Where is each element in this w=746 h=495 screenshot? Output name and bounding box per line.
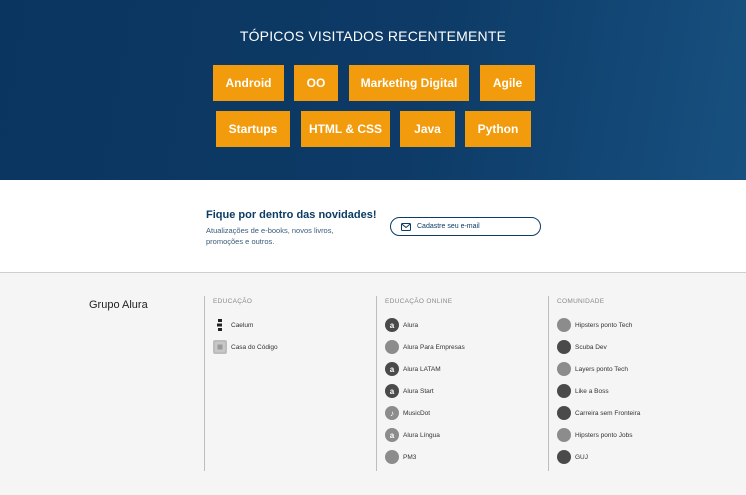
caelum-logo-icon: [213, 318, 227, 332]
footer-column-educacao: EDUCAÇÃO Caelum Casa do Código: [204, 296, 369, 471]
site-footer: Grupo Alura EDUCAÇÃO Caelum Casa do Códi…: [0, 274, 746, 495]
topic-java-button[interactable]: Java: [400, 111, 455, 147]
topic-startups-button[interactable]: Startups: [216, 111, 290, 147]
footer-column-title: EDUCAÇÃO ONLINE: [385, 298, 453, 305]
recent-topics-title: TÓPICOS VISITADOS RECENTEMENTE: [239, 28, 507, 44]
footer-link-hipsters-jobs[interactable]: Hipsters ponto Jobs: [557, 424, 718, 446]
newsletter-title: Fique por dentro das novidades!: [206, 209, 377, 221]
footer-link-carreira-sem-fronteira[interactable]: Carreira sem Fronteira: [557, 402, 718, 424]
musicdot-logo-icon: ♪: [385, 406, 399, 420]
footer-link-pm3[interactable]: PM3: [385, 446, 546, 468]
scuba-dev-logo-icon: [557, 340, 571, 354]
footer-column-comunidade: COMUNIDADE Hipsters ponto Tech Scuba Dev…: [548, 296, 718, 471]
layers-tech-logo-icon: [557, 362, 571, 376]
footer-column-title: EDUCAÇÃO: [213, 298, 253, 305]
like-a-boss-logo-icon: [557, 384, 571, 398]
footer-link-scuba-dev[interactable]: Scuba Dev: [557, 336, 718, 358]
footer-link-caelum[interactable]: Caelum: [213, 314, 369, 336]
topic-agile-button[interactable]: Agile: [480, 65, 535, 101]
footer-column-educacao-online: EDUCAÇÃO ONLINE a Alura Alura Para Empre…: [376, 296, 546, 471]
carreira-sem-fronteira-logo-icon: [557, 406, 571, 420]
guj-logo-icon: [557, 450, 571, 464]
topic-python-button[interactable]: Python: [465, 111, 531, 147]
hipsters-jobs-logo-icon: [557, 428, 571, 442]
footer-column-title: COMUNIDADE: [557, 298, 605, 305]
recent-topics-section: TÓPICOS VISITADOS RECENTEMENTE Android O…: [0, 0, 746, 180]
newsletter-section: Fique por dentro das novidades! Atualiza…: [0, 180, 746, 273]
footer-link-alura-lingua[interactable]: a Alura Língua: [385, 424, 546, 446]
footer-link-alura-start[interactable]: a Alura Start: [385, 380, 546, 402]
footer-link-layers-tech[interactable]: Layers ponto Tech: [557, 358, 718, 380]
topic-html-css-button[interactable]: HTML & CSS: [301, 111, 390, 147]
pm3-logo-icon: [385, 450, 399, 464]
topic-oo-button[interactable]: OO: [294, 65, 338, 101]
alura-logo-icon: a: [385, 318, 399, 332]
footer-link-alura-para-empresas[interactable]: Alura Para Empresas: [385, 336, 546, 358]
alura-empresas-logo-icon: [385, 340, 399, 354]
alura-lingua-logo-icon: a: [385, 428, 399, 442]
topic-android-button[interactable]: Android: [213, 65, 284, 101]
footer-link-musicdot[interactable]: ♪ MusicDot: [385, 402, 546, 424]
footer-link-alura-latam[interactable]: a Alura LATAM: [385, 358, 546, 380]
alura-start-logo-icon: a: [385, 384, 399, 398]
footer-link-alura[interactable]: a Alura: [385, 314, 546, 336]
newsletter-description: Atualizações de e-books, novos livros, p…: [206, 226, 334, 246]
footer-link-hipsters-tech[interactable]: Hipsters ponto Tech: [557, 314, 718, 336]
footer-link-guj[interactable]: GUJ: [557, 446, 718, 468]
alura-latam-logo-icon: a: [385, 362, 399, 376]
topic-marketing-digital-button[interactable]: Marketing Digital: [349, 65, 469, 101]
hipsters-tech-logo-icon: [557, 318, 571, 332]
footer-brand: Grupo Alura: [89, 299, 148, 311]
casa-do-codigo-logo-icon: [213, 340, 227, 354]
footer-link-casa-do-codigo[interactable]: Casa do Código: [213, 336, 369, 358]
newsletter-signup-button[interactable]: Cadastre seu e-mail: [390, 217, 541, 236]
mail-icon: [401, 222, 411, 231]
newsletter-signup-label: Cadastre seu e-mail: [417, 223, 480, 230]
footer-link-like-a-boss[interactable]: Like a Boss: [557, 380, 718, 402]
